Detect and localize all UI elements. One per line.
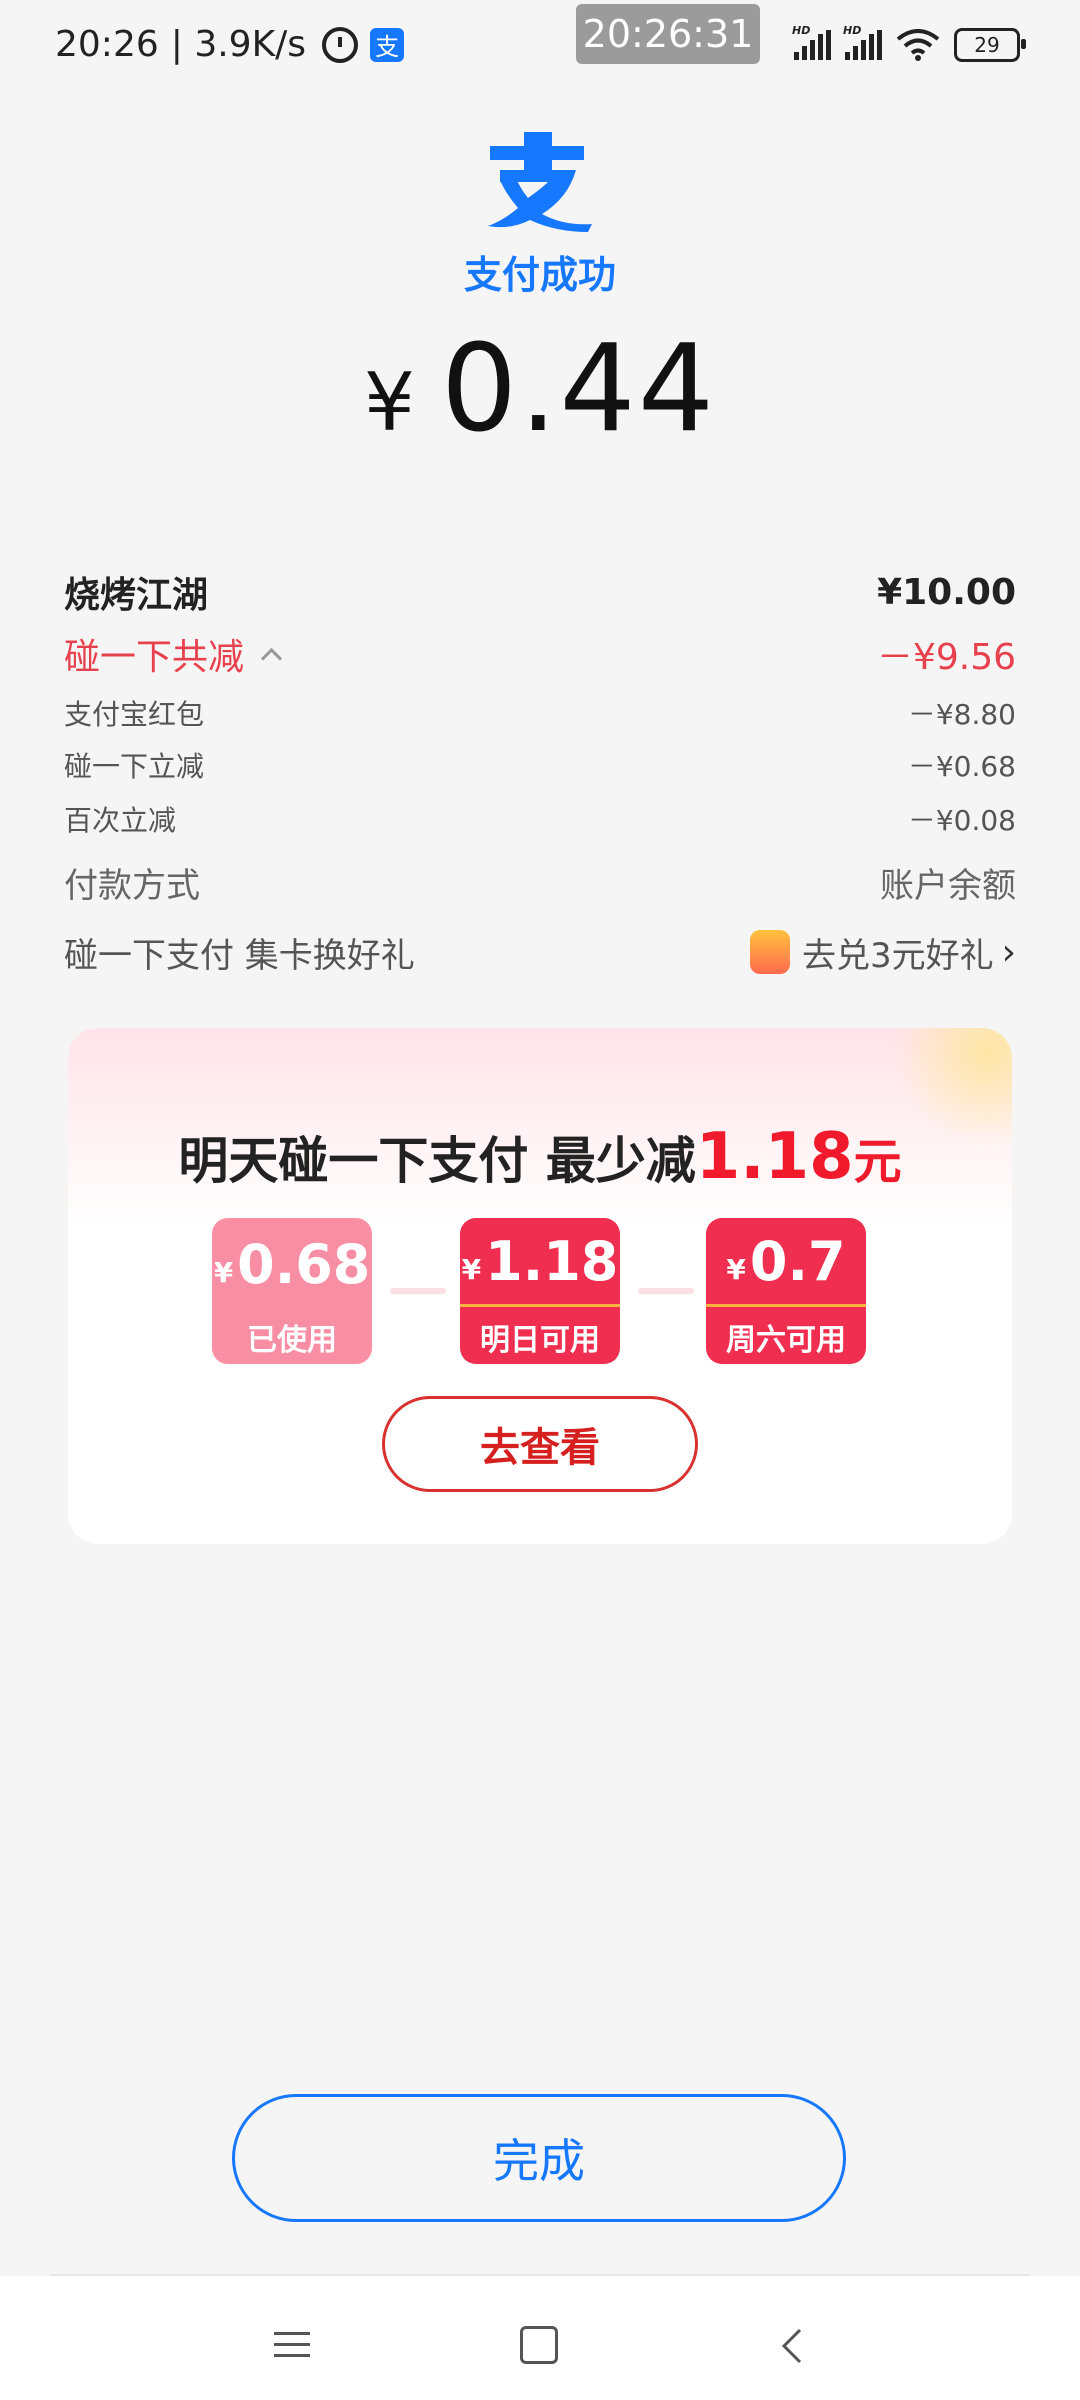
overlay-clock: 20:26:31 <box>576 4 760 64</box>
done-button[interactable]: 完成 <box>232 2094 846 2222</box>
view-coupons-button[interactable]: 去查看 <box>382 1396 698 1492</box>
payment-method-row: 付款方式 账户余额 <box>64 852 1016 912</box>
coupon-tomorrow: ¥1.18 明日可用 <box>460 1218 620 1364</box>
status-left: 20:26 | 3.9K/s 支 <box>55 24 405 65</box>
coupon-label: 已使用 <box>215 1307 369 1361</box>
battery-icon: 29 <box>954 28 1026 62</box>
currency-symbol: ¥ <box>363 356 417 449</box>
alipay-logo-icon <box>488 132 592 232</box>
signal-icon: HD <box>792 24 831 60</box>
payment-amount: ¥0.44 <box>0 320 1080 459</box>
network-speed: | 3.9K/s <box>170 24 307 65</box>
back-icon[interactable] <box>772 2324 816 2368</box>
chevron-up-icon[interactable] <box>260 647 283 669</box>
status-time: 20:26 <box>55 24 159 65</box>
coupon-amount: 1.18 <box>485 1229 619 1293</box>
coupon-band <box>460 1304 620 1307</box>
coupon-label: 周六可用 <box>726 1323 846 1358</box>
promo-link-text: 去兑3元好礼 <box>801 935 994 976</box>
payment-method-value: 账户余额 <box>880 865 1016 906</box>
menu-icon[interactable] <box>274 2324 318 2368</box>
coupon-currency: ¥ <box>726 1252 746 1286</box>
alipay-notification-icon: 支 <box>370 27 405 62</box>
merchant-row: 烧烤江湖 ¥10.00 <box>64 562 1016 622</box>
promo-row[interactable]: 碰一下支付 集卡换好礼 去兑3元好礼 › <box>64 922 1016 982</box>
card-heading-unit: 元 <box>853 1134 902 1190</box>
discount-item-label: 碰一下立减 <box>64 750 205 783</box>
merchant-name: 烧烤江湖 <box>64 575 209 616</box>
card-heading: 明天碰一下支付 最少减1.18元 <box>68 1120 1012 1194</box>
discount-item-label: 百次立减 <box>64 804 177 837</box>
system-nav-bar <box>0 2276 1080 2400</box>
status-bar: 20:26 | 3.9K/s 支 20:26:31 HD HD 29 <box>0 0 1080 96</box>
discount-item-value: －¥0.68 <box>907 750 1016 783</box>
coupon-amount: 0.68 <box>237 1232 371 1296</box>
coupon-saturday: ¥0.7 周六可用 <box>706 1218 866 1364</box>
coupon-band <box>706 1304 866 1307</box>
payment-method-label: 付款方式 <box>64 865 200 906</box>
gift-icon <box>749 930 790 974</box>
wifi-icon <box>896 29 940 61</box>
signal-icon: HD <box>843 24 882 60</box>
discount-item-label: 支付宝红包 <box>64 698 205 731</box>
chevron-right-icon: › <box>1001 931 1016 973</box>
promo-label: 碰一下支付 集卡换好礼 <box>64 935 415 976</box>
promo-link[interactable]: 去兑3元好礼 › <box>749 928 1016 977</box>
total-discount-value: －¥9.56 <box>876 637 1016 678</box>
payment-success-title: 支付成功 <box>463 253 616 297</box>
status-right: HD HD 29 <box>792 24 1026 62</box>
discount-item-value: －¥0.08 <box>907 804 1016 837</box>
coupon-connector <box>390 1288 446 1294</box>
total-discount-row[interactable]: 碰一下共减 －¥9.56 <box>64 624 1016 684</box>
original-price: ¥10.00 <box>877 571 1016 613</box>
coupon-currency: ¥ <box>213 1255 234 1289</box>
coupon-amount: 0.7 <box>749 1229 846 1293</box>
discount-item-row: 支付宝红包 －¥8.80 <box>64 688 1016 738</box>
card-heading-text: 明天碰一下支付 最少减 <box>178 1132 696 1190</box>
home-icon[interactable] <box>520 2326 558 2364</box>
amount-value: 0.44 <box>440 320 717 459</box>
coupon-connector <box>638 1288 694 1294</box>
alarm-icon <box>322 26 359 63</box>
coupon-used: ¥0.68 已使用 <box>212 1218 372 1364</box>
coupon-currency: ¥ <box>461 1252 482 1286</box>
total-discount-label: 碰一下共减 <box>64 637 245 678</box>
discount-item-row: 碰一下立减 －¥0.68 <box>64 740 1016 790</box>
discount-item-row: 百次立减 －¥0.08 <box>64 794 1016 844</box>
coupon-label: 明日可用 <box>480 1323 600 1358</box>
card-heading-amount: 1.18 <box>695 1120 854 1194</box>
discount-item-value: －¥8.80 <box>907 698 1016 731</box>
promo-card: 明天碰一下支付 最少减1.18元 ¥0.68 已使用 ¥1.18 明日可用 ¥0… <box>68 1028 1012 1544</box>
